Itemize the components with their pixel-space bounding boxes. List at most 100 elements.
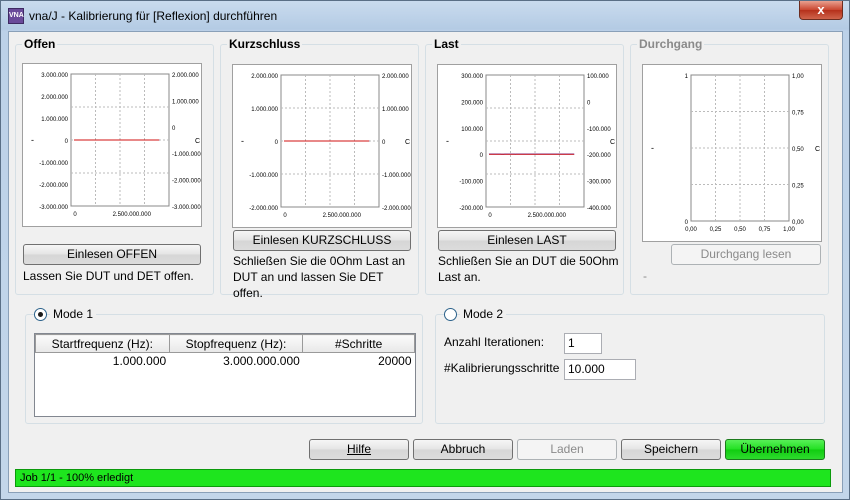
y-left-tick-label: 0	[65, 139, 69, 145]
y-right-tick-label: 0,00	[792, 220, 804, 226]
panel-description: -	[643, 269, 647, 283]
y-right-tick-label: -300.000	[587, 180, 611, 186]
y-right-tick-label: 0	[172, 126, 176, 132]
read-short-button[interactable]: Einlesen KURZSCHLUSS	[233, 230, 411, 251]
x-tick-label: 1,00	[783, 227, 795, 233]
mode1-group: Mode 1 Startfrequenz (Hz): Stopfrequenz …	[25, 307, 423, 424]
chart-last: 300.000 200.000 100.000 0 -100.000 -200.000 10…	[437, 64, 617, 228]
chart-durchgang: 1 0 1,00 0,75 0,50 0,25 0,00 0,00 0,25 0,50 0,75 1,…	[642, 64, 822, 242]
y-right-tick-label: 1,00	[792, 74, 804, 80]
mode1-radio[interactable]	[34, 308, 47, 321]
y-left-tick-label: -1.000.000	[39, 161, 68, 167]
close-button[interactable]: x	[799, 1, 843, 20]
y-right-tick-label: 0	[587, 100, 591, 106]
cell-steps[interactable]: 20000	[302, 352, 415, 369]
y-left-tick-label: 0	[275, 140, 279, 146]
column-header-steps[interactable]: #Schritte	[302, 334, 415, 353]
x-tick-label: 0	[283, 213, 287, 219]
x-tick-label: 0,75	[759, 227, 771, 233]
x-tick-label: 0,25	[710, 227, 722, 233]
read-open-button[interactable]: Einlesen OFFEN	[23, 244, 201, 265]
x-tick-label: 2.500.000.000	[528, 213, 567, 219]
y-right-tick-label: 1.000.000	[382, 107, 409, 113]
title-bar[interactable]: VNA vna/J - Kalibrierung für [Reflexion]…	[1, 1, 849, 31]
panel-durchgang: Durchgang 1 0 1,00 0,75 0,50 0,25 0,00 0,00 0,25…	[630, 37, 829, 295]
y-left-tick-label: 2.000.000	[251, 74, 278, 80]
y-left-tick-label: 1.000.000	[251, 107, 278, 113]
x-tick-label: 0	[73, 212, 77, 218]
y-right-axis-label: C	[195, 138, 200, 145]
read-through-button[interactable]: Durchgang lesen	[671, 244, 821, 265]
x-tick-label: 2.500.000.000	[113, 212, 152, 218]
y-right-axis-label: C	[610, 139, 615, 146]
x-tick-label: 2.500.000.000	[323, 213, 362, 219]
y-left-tick-label: 0	[480, 153, 484, 159]
x-tick-label: 0	[488, 213, 492, 219]
panel-kurzschluss: Kurzschluss 2.000.000 1.000.000 0 -1.000.00…	[220, 37, 419, 300]
panel-title: Kurzschluss	[227, 37, 303, 51]
window-title: vna/J - Kalibrierung für [Reflexion] dur…	[29, 9, 278, 23]
y-right-tick-label: 0,50	[792, 147, 804, 153]
y-left-tick-label: -3.000.000	[39, 205, 68, 211]
panel-title: Offen	[22, 37, 58, 51]
y-left-tick-label: 100.000	[461, 127, 483, 133]
panel-title: Durchgang	[637, 37, 705, 51]
apply-button[interactable]: Übernehmen	[725, 439, 825, 460]
dialog-client-area: Offen 3.000.000 2.000.000 1.000.000 0 -1.000…	[8, 31, 843, 493]
mode2-label[interactable]: Mode 2	[460, 307, 507, 321]
y-right-tick-label: 1.000.000	[172, 99, 199, 105]
y-left-tick-label: 1.000.000	[41, 117, 68, 123]
cancel-button[interactable]: Abbruch	[413, 439, 513, 460]
y-left-tick-label: -1.000.000	[249, 173, 278, 179]
y-right-tick-label: -1.000.000	[382, 173, 411, 179]
y-right-tick-label: 0,75	[792, 111, 804, 117]
x-tick-label: 0,50	[734, 227, 746, 233]
y-right-tick-label: 2.000.000	[172, 73, 199, 79]
panel-title: Last	[432, 37, 461, 51]
save-button[interactable]: Speichern	[621, 439, 721, 460]
y-left-tick-label: -2.000.000	[39, 183, 68, 189]
chart-kurzschluss-svg: 2.000.0001.000.0000-1.000.000-2.000.0002…	[241, 74, 411, 219]
y-left-tick-label: 2.000.000	[41, 95, 68, 101]
y-left-axis-label: -	[241, 136, 244, 146]
y-left-tick-label: 0	[685, 220, 689, 226]
column-header-stop[interactable]: Stopfrequenz (Hz):	[168, 334, 304, 353]
y-right-tick-label: 0,25	[792, 184, 804, 190]
y-right-tick-label: -100.000	[587, 127, 611, 133]
calibration-steps-input[interactable]: 10.000	[564, 359, 636, 380]
panel-description: Schließen Sie die 0Ohm Last an DUT an un…	[233, 254, 406, 300]
y-right-tick-label: -200.000	[587, 153, 611, 159]
mode2-radio[interactable]	[444, 308, 457, 321]
y-right-tick-label: -1.000.000	[172, 152, 201, 158]
y-left-tick-label: 1	[685, 74, 689, 80]
cell-start-frequency[interactable]: 1.000.000	[35, 352, 170, 369]
calibration-steps-label: #Kalibrierungsschritte	[444, 361, 560, 375]
panel-offen: Offen 3.000.000 2.000.000 1.000.000 0 -1.000…	[15, 37, 214, 295]
app-icon: VNA	[8, 8, 24, 24]
y-right-tick-label: 100.000	[587, 74, 609, 80]
y-right-tick-label: 2.000.000	[382, 74, 409, 80]
y-left-axis-label: -	[446, 136, 449, 146]
mode1-table[interactable]: Startfrequenz (Hz): Stopfrequenz (Hz): #…	[34, 333, 416, 417]
y-right-tick-label: -2.000.000	[382, 206, 411, 212]
panel-last: Last 300.000 200.000 100.000 0 -100.000 -200.…	[425, 37, 624, 295]
y-left-tick-label: 200.000	[461, 100, 483, 106]
y-right-tick-label: -3.000.000	[172, 205, 201, 211]
y-left-tick-label: -100.000	[459, 180, 483, 186]
calibration-window: VNA vna/J - Kalibrierung für [Reflexion]…	[0, 0, 850, 500]
mode2-group: Mode 2 Anzahl Iterationen: 1 #Kalibrieru…	[435, 307, 825, 424]
read-load-button[interactable]: Einlesen LAST	[438, 230, 616, 251]
mode1-label[interactable]: Mode 1	[50, 307, 97, 321]
iterations-input[interactable]: 1	[564, 333, 602, 354]
y-left-tick-label: -200.000	[459, 206, 483, 212]
x-tick-label: 0,00	[685, 227, 697, 233]
load-button[interactable]: Laden	[517, 439, 617, 460]
help-button-label: Hilfe	[346, 442, 371, 456]
cell-stop-frequency[interactable]: 3.000.000.000	[169, 352, 303, 369]
column-header-start[interactable]: Startfrequenz (Hz):	[35, 334, 170, 353]
table-row[interactable]: 1.000.000 3.000.000.000 20000	[35, 352, 415, 369]
y-right-axis-label: C	[815, 146, 820, 153]
y-right-axis-label: C	[405, 139, 410, 146]
panel-description: Lassen Sie DUT und DET offen.	[23, 269, 194, 283]
help-button[interactable]: Hilfe	[309, 439, 409, 460]
